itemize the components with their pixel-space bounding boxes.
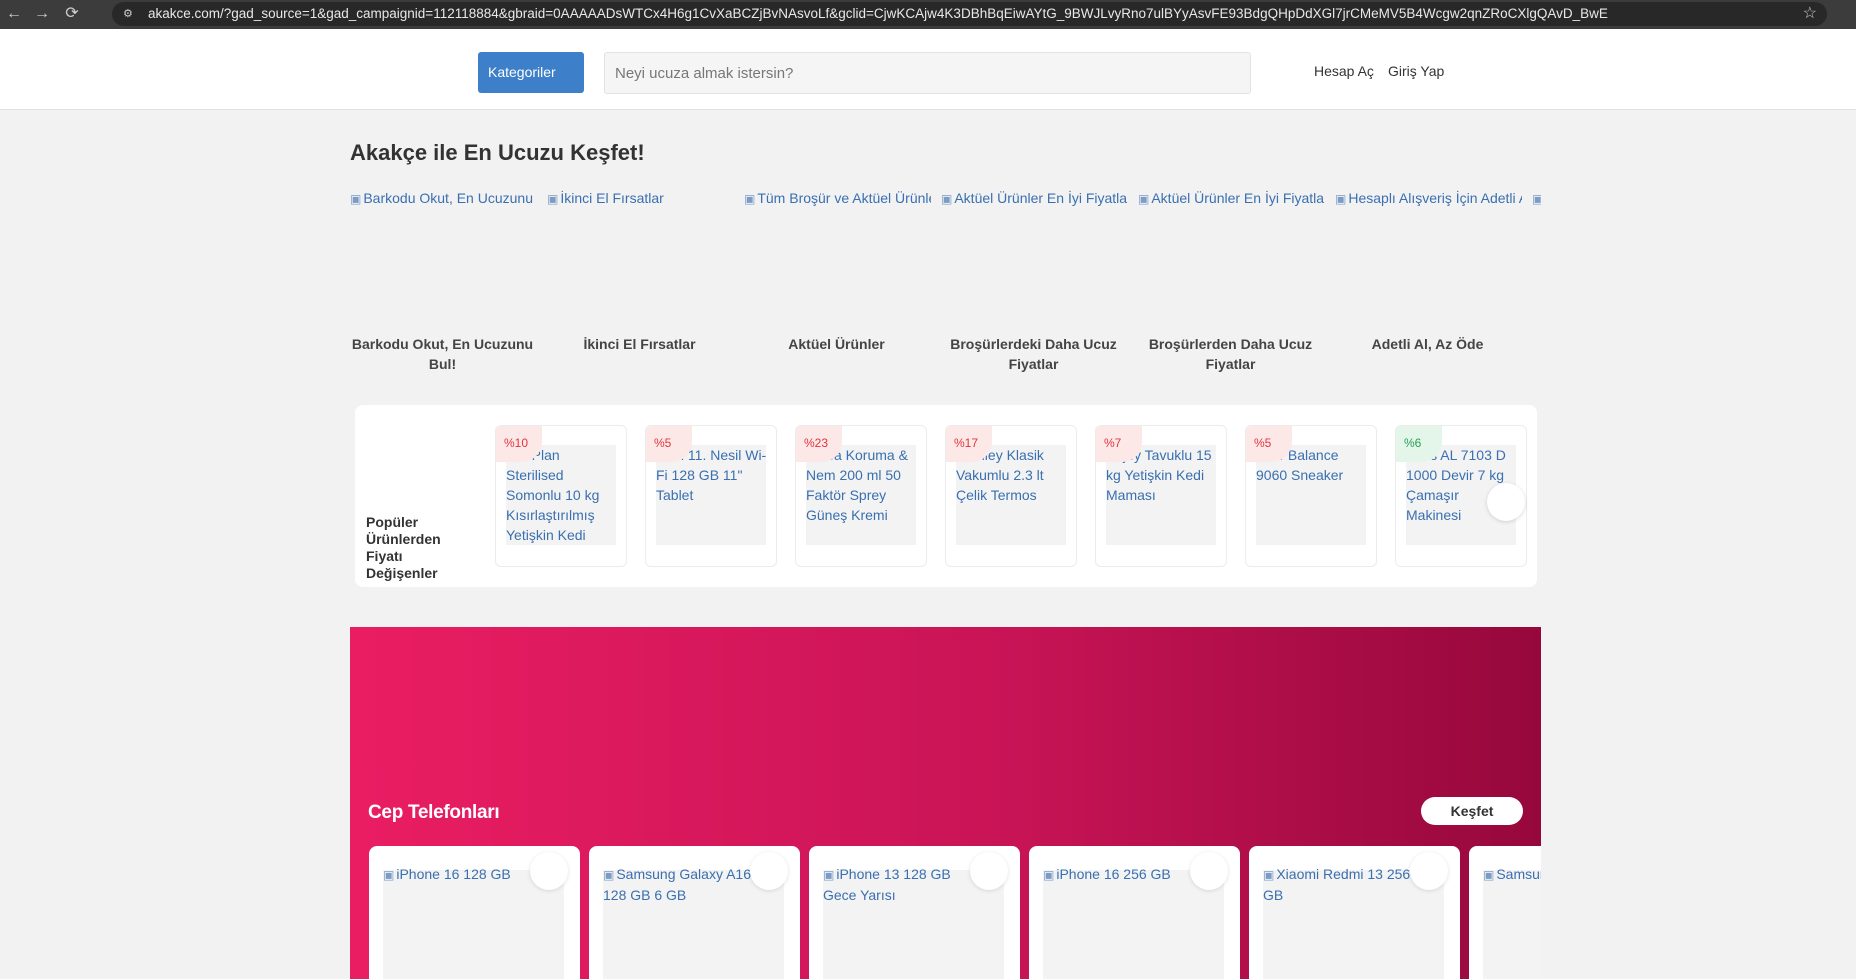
search-input[interactable] [604, 52, 1251, 94]
phone-card[interactable]: iPhone 13 128 GB Gece Yarısı [809, 846, 1020, 979]
url-text[interactable]: akakce.com/?gad_source=1&gad_campaignid=… [148, 6, 1788, 22]
shortcut-barcode[interactable]: Barkodu Okut, En Ucuzunu Bul! Barkodu Ok… [350, 190, 547, 380]
phone-card[interactable]: Samsung Galaxy A16 128 GB 6 GB [589, 846, 800, 979]
shortcut-image: Hesaplı Alışveriş İçin Adetli Al [1335, 190, 1522, 206]
phone-image [1483, 870, 1541, 979]
shortcut-label: Adetli Al, Az Öde [1371, 336, 1484, 352]
shortcut-brochure-cheaper[interactable]: Aktüel Ürünler En İyi Fiyatlar Broşürler… [1138, 190, 1335, 380]
discount-badge: %7 [1096, 426, 1142, 462]
site-header: Kategoriler Hesap Aç Giriş Yap [0, 29, 1856, 110]
phone-name: iPhone 16 256 GB [1043, 864, 1208, 885]
shortcut-image: Barkodu Okut, En Ucuzunu Bul! [350, 190, 537, 206]
carousel-next-button[interactable] [1487, 483, 1525, 521]
phone-card[interactable]: Xiaomi Redmi 13 256 GB [1249, 846, 1460, 979]
forward-icon[interactable]: → [30, 0, 54, 29]
popular-product-card[interactable]: New Balance 9060 Sneaker %5 [1245, 425, 1377, 567]
phone-card[interactable]: iPhone 16 256 GB [1029, 846, 1240, 979]
favorite-button[interactable] [1410, 852, 1448, 890]
page-title: Akakçe ile En Ucuzu Keşfet! [350, 140, 645, 165]
shortcut-image: Tüm Broşür ve Aktüel Ürünler [744, 190, 931, 206]
phone-name: iPhone 13 128 GB Gece Yarısı [823, 864, 988, 905]
popular-price-changes: Popüler Ürünlerden Fiyatı Değişenler Pro… [355, 405, 1537, 587]
popular-product-card[interactable]: Pro Plan Sterilised Somonlu 10 kg Kısırl… [495, 425, 627, 567]
favorite-button[interactable] [530, 852, 568, 890]
phone-name: iPhone 16 128 GB [383, 864, 548, 885]
register-link[interactable]: Hesap Aç [1314, 63, 1374, 79]
shortcut-partial[interactable] [1532, 190, 1541, 380]
shortcut-label: Broşürlerdeki Daha Ucuz Fiyatlar [950, 336, 1117, 372]
shortcut-label: İkinci El Fırsatlar [583, 336, 696, 352]
shortcut-actual-products[interactable]: Tüm Broşür ve Aktüel Ürünler Aktüel Ürün… [744, 190, 941, 380]
shortcut-label: Barkodu Okut, En Ucuzunu Bul! [351, 336, 534, 372]
phones-section-title: Cep Telefonları [368, 802, 500, 823]
favorite-button[interactable] [750, 852, 788, 890]
site-info-icon[interactable]: ⚙ [123, 8, 135, 20]
shortcut-image: İkinci El Fırsatlar [547, 190, 734, 206]
shortcut-bulk-buy[interactable]: Hesaplı Alışveriş İçin Adetli Al Adetli … [1335, 190, 1532, 380]
shortcut-image: Aktüel Ürünler En İyi Fiyatlar [1138, 190, 1325, 206]
discover-button[interactable]: Keşfet [1421, 797, 1523, 825]
popular-product-card[interactable]: Stanley Klasik Vakumlu 2.3 lt Çelik Term… [945, 425, 1077, 567]
shortcut-second-hand[interactable]: İkinci El Fırsatlar İkinci El Fırsatlar [547, 190, 744, 380]
popular-section-title: Popüler Ürünlerden Fiyatı Değişenler [366, 514, 441, 581]
shortcut-image [1532, 190, 1541, 206]
phone-name: Samsung Galaxy A16 128 GB 6 GB [603, 864, 768, 905]
favorite-button[interactable] [1190, 852, 1228, 890]
discount-badge: %17 [946, 426, 992, 462]
phone-card[interactable]: iPhone 16 128 GB [369, 846, 580, 979]
discount-badge: %10 [496, 426, 542, 462]
discount-badge: %23 [796, 426, 842, 462]
address-bar[interactable]: ⚙ akakce.com/?gad_source=1&gad_campaigni… [112, 2, 1827, 26]
shortcut-label: Aktüel Ürünler [788, 336, 885, 352]
shortcut-carousel: Barkodu Okut, En Ucuzunu Bul! Barkodu Ok… [350, 190, 1541, 380]
popular-product-card[interactable]: Enjoy Tavuklu 15 kg Yetişkin Kedi Maması… [1095, 425, 1227, 567]
shortcut-brochure-prices[interactable]: Aktüel Ürünler En İyi Fiyatlar Broşürler… [941, 190, 1138, 380]
shortcut-label: Broşürlerden Daha Ucuz Fiyatlar [1148, 336, 1313, 372]
phone-card[interactable]: Samsung GB [1469, 846, 1541, 979]
login-link[interactable]: Giriş Yap [1388, 63, 1444, 79]
back-icon[interactable]: ← [2, 0, 26, 29]
phones-section: Cep Telefonları Keşfet iPhone 16 128 GB … [350, 627, 1541, 979]
reload-icon[interactable]: ⟳ [60, 0, 84, 29]
shortcut-image: Aktüel Ürünler En İyi Fiyatlar [941, 190, 1128, 206]
discount-badge: %5 [1246, 426, 1292, 462]
popular-product-card[interactable]: Nivea Koruma & Nem 200 ml 50 Faktör Spre… [795, 425, 927, 567]
favorite-button[interactable] [970, 852, 1008, 890]
popular-product-card[interactable]: iPad 11. Nesil Wi-Fi 128 GB 11" Tablet %… [645, 425, 777, 567]
bookmark-star-icon[interactable]: ☆ [1803, 5, 1817, 23]
discount-badge: %5 [646, 426, 692, 462]
browser-toolbar: ← → ⟳ ⚙ akakce.com/?gad_source=1&gad_cam… [0, 0, 1856, 29]
phone-name: Xiaomi Redmi 13 256 GB [1263, 864, 1428, 905]
categories-button[interactable]: Kategoriler [478, 52, 584, 93]
phone-name: Samsung GB [1483, 864, 1541, 885]
discount-badge: %6 [1396, 426, 1442, 462]
